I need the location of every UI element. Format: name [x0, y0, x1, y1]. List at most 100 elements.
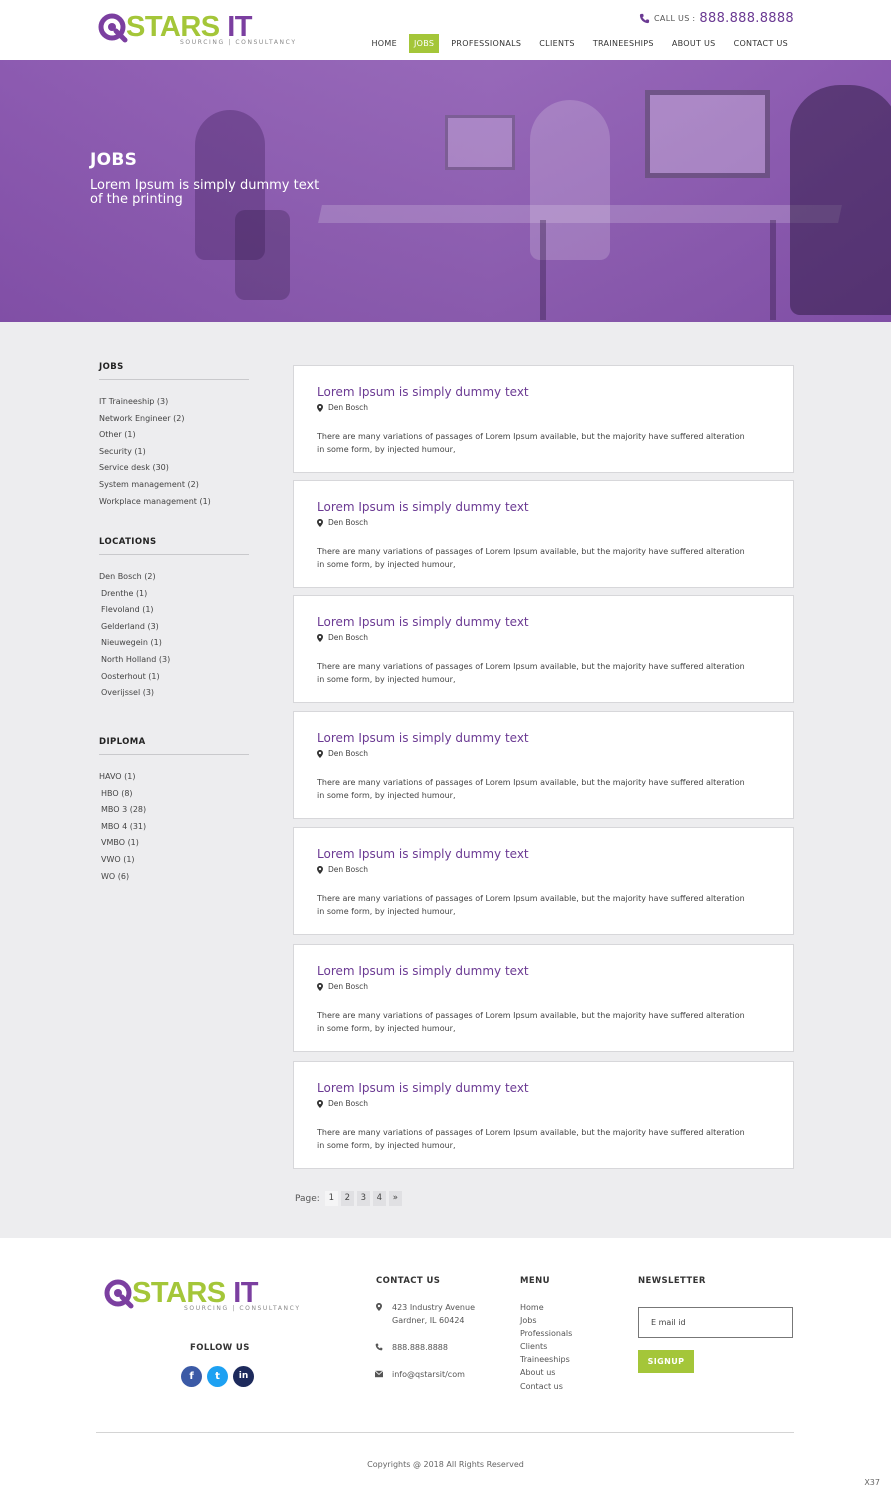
page-link-3[interactable]: 3 [356, 1191, 370, 1206]
job-description: There are many variations of passages of… [317, 1011, 745, 1033]
twitter-icon[interactable]: t [207, 1366, 228, 1387]
job-location-text: Den Bosch [328, 749, 369, 758]
logo-tagline: SOURCING | CONSULTANCY [184, 1305, 301, 1312]
filter-item[interactable]: Other (1) [99, 427, 249, 444]
hero-photo-table-leg [540, 220, 546, 320]
job-location-text: Den Bosch [328, 403, 369, 412]
filter-item[interactable]: MBO 4 (31) [99, 819, 249, 836]
logo-q-mark [98, 13, 128, 43]
footer-menu-item[interactable]: Professionals [520, 1327, 572, 1340]
job-description: There are many variations of passages of… [317, 662, 745, 684]
job-card[interactable]: Lorem Ipsum is simply dummy text Den Bos… [293, 365, 794, 473]
nav-professionals[interactable]: PROFESSIONALS [445, 34, 527, 53]
job-title[interactable]: Lorem Ipsum is simply dummy text [317, 385, 529, 399]
map-pin-icon [317, 865, 323, 874]
nav-about-us[interactable]: ABOUT US [666, 34, 722, 53]
job-title[interactable]: Lorem Ipsum is simply dummy text [317, 731, 529, 745]
filter-item[interactable]: VMBO (1) [99, 835, 249, 852]
job-location-text: Den Bosch [328, 982, 369, 991]
filter-item[interactable]: Den Bosch (2) [99, 569, 249, 586]
filter-item[interactable]: WO (6) [99, 869, 249, 886]
job-location: Den Bosch [317, 1099, 368, 1108]
nav-traineeships[interactable]: TRAINEESHIPS [587, 34, 660, 53]
filter-locations: LOCATIONS Den Bosch (2) Drenthe (1) Flev… [99, 537, 249, 702]
job-location-text: Den Bosch [328, 633, 369, 642]
footer-menu-item[interactable]: About us [520, 1366, 572, 1379]
pagination-label: Page: [295, 1193, 320, 1204]
logo-tagline: SOURCING | CONSULTANCY [180, 39, 297, 46]
footer-divider [96, 1432, 794, 1433]
job-title[interactable]: Lorem Ipsum is simply dummy text [317, 847, 529, 861]
footer-menu-item[interactable]: Contact us [520, 1380, 572, 1393]
filter-item[interactable]: Drenthe (1) [99, 586, 249, 603]
facebook-icon[interactable]: f [181, 1366, 202, 1387]
site-footer: STARS IT SOURCING | CONSULTANCY FOLLOW U… [0, 1238, 891, 1500]
filter-item[interactable]: Flevoland (1) [99, 602, 249, 619]
footer-menu: Home Jobs Professionals Clients Trainees… [520, 1301, 572, 1393]
filter-diploma-title: DIPLOMA [99, 737, 249, 755]
footer-menu-item[interactable]: Home [520, 1301, 572, 1314]
map-pin-icon [317, 403, 323, 412]
nav-home[interactable]: HOME [365, 34, 402, 53]
call-us-number[interactable]: 888.888.8888 [699, 11, 794, 26]
filter-item[interactable]: MBO 3 (28) [99, 802, 249, 819]
filter-item[interactable]: VWO (1) [99, 852, 249, 869]
page-link-2[interactable]: 2 [340, 1191, 354, 1206]
footer-menu-item[interactable]: Jobs [520, 1314, 572, 1327]
footer-phone[interactable]: 888.888.8888 [392, 1341, 448, 1354]
job-title[interactable]: Lorem Ipsum is simply dummy text [317, 500, 529, 514]
job-card[interactable]: Lorem Ipsum is simply dummy text Den Bos… [293, 827, 794, 935]
filter-item[interactable]: System management (2) [99, 477, 249, 494]
filter-item[interactable]: Security (1) [99, 444, 249, 461]
follow-us-title: FOLLOW US [190, 1343, 250, 1353]
job-card[interactable]: Lorem Ipsum is simply dummy text Den Bos… [293, 595, 794, 703]
job-description: There are many variations of passages of… [317, 432, 745, 454]
page-title: JOBS [90, 150, 138, 170]
filter-item[interactable]: North Holland (3) [99, 652, 249, 669]
nav-clients[interactable]: CLIENTS [533, 34, 581, 53]
filter-item[interactable]: Service desk (30) [99, 460, 249, 477]
filter-diploma: DIPLOMA HAVO (1) HBO (8) MBO 3 (28) MBO … [99, 737, 249, 885]
job-title[interactable]: Lorem Ipsum is simply dummy text [317, 964, 529, 978]
filter-item[interactable]: Nieuwegein (1) [99, 635, 249, 652]
nav-contact-us[interactable]: CONTACT US [728, 34, 794, 53]
footer-email[interactable]: info@qstarsit/com [392, 1368, 465, 1381]
job-card[interactable]: Lorem Ipsum is simply dummy text Den Bos… [293, 711, 794, 819]
footer-menu-item[interactable]: Traineeships [520, 1353, 572, 1366]
site-logo[interactable]: STARS IT SOURCING | CONSULTANCY [98, 11, 318, 47]
filter-item[interactable]: HBO (8) [99, 786, 249, 803]
job-card[interactable]: Lorem Ipsum is simply dummy text Den Bos… [293, 1061, 794, 1169]
filter-locations-title: LOCATIONS [99, 537, 249, 555]
newsletter-email-field[interactable]: E mail id [638, 1307, 793, 1338]
page-link-4[interactable]: 4 [372, 1191, 386, 1206]
footer-menu-item[interactable]: Clients [520, 1340, 572, 1353]
filter-item[interactable]: Network Engineer (2) [99, 411, 249, 428]
job-description: There are many variations of passages of… [317, 894, 745, 916]
job-title[interactable]: Lorem Ipsum is simply dummy text [317, 1081, 529, 1095]
hero-photo-person-right [790, 85, 891, 315]
site-header: STARS IT SOURCING | CONSULTANCY CALL US … [0, 0, 891, 60]
map-pin-icon [376, 1303, 382, 1311]
signup-button[interactable]: SIGNUP [638, 1350, 694, 1373]
filter-item[interactable]: Overijssel (3) [99, 685, 249, 702]
main-content: JOBS IT Traineeship (3) Network Engineer… [0, 322, 891, 1238]
filter-item[interactable]: Workplace management (1) [99, 494, 249, 511]
job-location: Den Bosch [317, 982, 368, 991]
filter-item[interactable]: HAVO (1) [99, 769, 249, 786]
job-location: Den Bosch [317, 403, 368, 412]
filter-item[interactable]: IT Traineeship (3) [99, 394, 249, 411]
call-us: CALL US : 888.888.8888 [639, 11, 794, 26]
filter-item[interactable]: Oosterhout (1) [99, 669, 249, 686]
filter-item[interactable]: Gelderland (3) [99, 619, 249, 636]
map-pin-icon [317, 518, 323, 527]
page-next-button[interactable]: » [388, 1191, 402, 1206]
job-title[interactable]: Lorem Ipsum is simply dummy text [317, 615, 529, 629]
linkedin-icon[interactable]: in [233, 1366, 254, 1387]
job-card[interactable]: Lorem Ipsum is simply dummy text Den Bos… [293, 944, 794, 1052]
footer-address: 423 Industry Avenue Gardner, IL 60424 [392, 1303, 475, 1325]
page-link-1[interactable]: 1 [324, 1191, 338, 1206]
nav-jobs[interactable]: JOBS [408, 34, 440, 53]
footer-logo[interactable]: STARS IT SOURCING | CONSULTANCY [104, 1277, 319, 1313]
job-card[interactable]: Lorem Ipsum is simply dummy text Den Bos… [293, 480, 794, 588]
job-location-text: Den Bosch [328, 865, 369, 874]
